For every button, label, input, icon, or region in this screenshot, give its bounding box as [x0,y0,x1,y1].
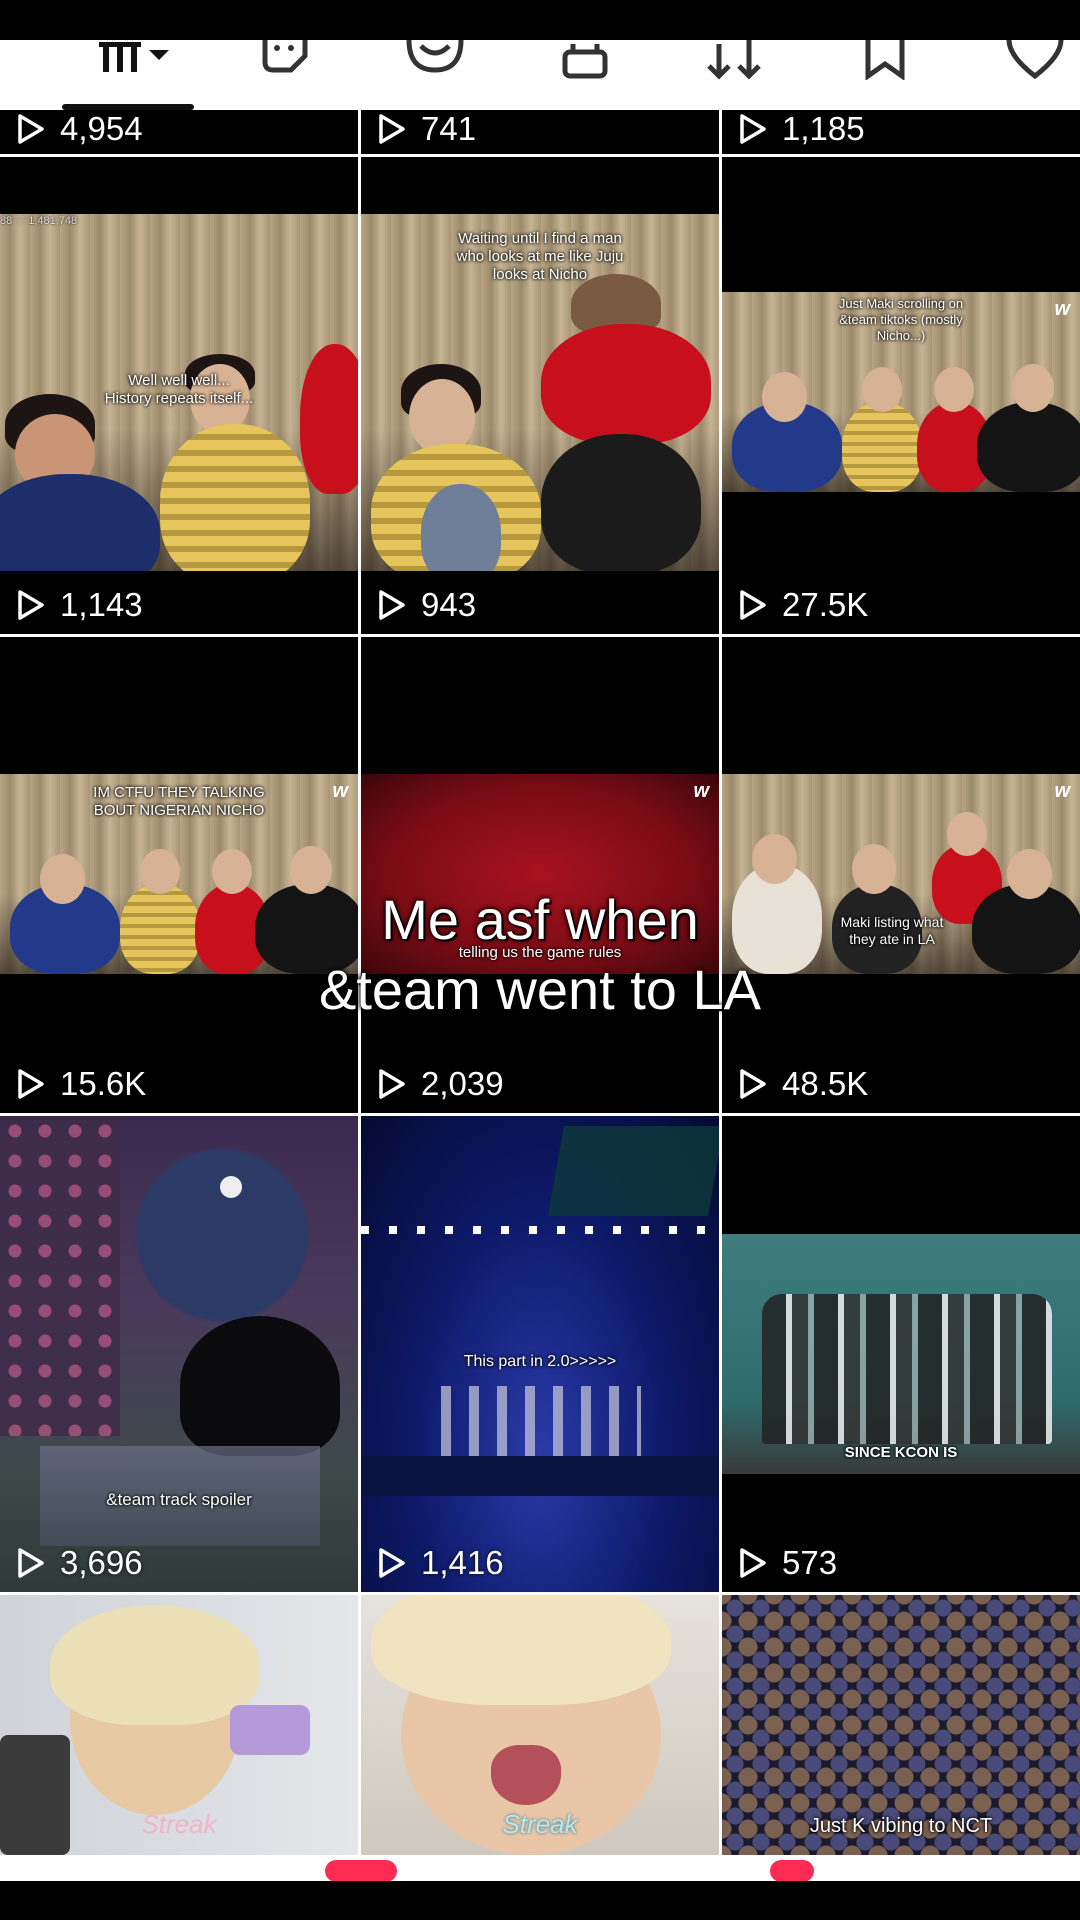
video-tile[interactable]: w telling us the game rules 2,039 [361,637,719,1113]
video-tile[interactable]: w Maki listing what they ate in LA 48.5K [722,637,1080,1113]
view-count-label: 1,143 [60,586,143,623]
video-thumbnail: Streak [0,1595,358,1855]
play-icon [379,1548,405,1578]
video-tile[interactable]: &team track spoiler 3,696 [0,1116,358,1592]
video-tile[interactable]: Streak [361,1595,719,1855]
video-thumbnail: &team track spoiler [0,1116,358,1592]
view-count: 48.5K [738,1065,868,1103]
repost-icon [707,40,761,80]
tab-videos[interactable] [70,40,190,110]
tab-stickers[interactable] [250,40,320,110]
smile-icon [406,40,464,73]
play-icon [740,114,766,144]
video-caption: Streak [502,1809,578,1839]
view-count-label: 1,416 [421,1544,504,1581]
view-count: 741 [377,110,476,148]
view-count: 1,185 [738,110,865,148]
notification-badge [770,1860,814,1882]
view-count-label: 3,696 [60,1544,143,1581]
view-count-label: 943 [421,586,477,623]
play-icon [18,590,44,620]
view-count-label: 1,185 [782,110,865,147]
video-tile[interactable]: This part in 2.0>>>>> 1,416 [361,1116,719,1592]
view-count-label: 48.5K [782,1065,869,1102]
video-tile[interactable]: Streak [0,1595,358,1855]
video-tile[interactable]: 88 ♡ 1,481,748 Well well well... History … [0,157,358,634]
heart-icon [1006,40,1064,80]
play-icon [379,1069,405,1099]
play-icon [740,590,766,620]
video-tile[interactable]: 1,185 [722,110,1080,154]
tab-private[interactable] [550,40,620,110]
video-tile[interactable]: w IM CTFU THEY TALKING BOUT NIGERIAN NICH… [0,637,358,1113]
view-count-label: 4,954 [60,110,143,147]
video-caption: Just Maki scrolling on &team tiktoks (mos… [838,296,964,343]
view-count: 573 [738,1544,837,1582]
tab-favorites[interactable] [850,40,920,110]
weverse-logo: w [693,780,709,802]
bottom-navigation [0,1855,1080,1881]
video-caption: Waiting until I find a man who looks at m… [456,230,624,283]
video-tile[interactable]: SINCE KCON IS 573 [722,1116,1080,1592]
repost-sticker-icon [262,40,308,73]
play-icon [18,1548,44,1578]
video-caption: SINCE KCON IS [844,1444,958,1461]
video-thumbnail: Streak [361,1595,719,1855]
view-count: 3,696 [16,1544,143,1582]
view-count-label: 573 [782,1544,838,1581]
video-tile[interactable]: Just K vibing to NCT [722,1595,1080,1855]
thumbnail-stats: 88 ♡ 1,481,748 [0,215,78,227]
video-tile[interactable]: 741 [361,110,719,154]
view-count: 943 [377,586,476,624]
weverse-logo: w [1054,780,1070,802]
video-thumbnail: Waiting until I find a man who looks at m… [361,214,719,571]
tab-reposts[interactable] [700,40,770,110]
lock-icon [562,44,608,79]
video-tile[interactable]: 4,954 [0,110,358,154]
video-tile[interactable]: w Just Maki scrolling on &team tiktoks (m… [722,157,1080,634]
bookmark-icon [865,40,905,80]
view-count: 1,416 [377,1544,504,1582]
status-bar [0,0,1080,40]
view-count-label: 2,039 [421,1065,504,1102]
play-icon [379,590,405,620]
view-count: 1,143 [16,586,143,624]
view-count: 4,954 [16,110,143,148]
video-tile[interactable]: Waiting until I find a man who looks at m… [361,157,719,634]
video-thumbnail: 88 ♡ 1,481,748 Well well well... History … [0,214,358,571]
play-icon [740,1069,766,1099]
videos-grid-icon [99,42,169,72]
profile-tab-bar [0,40,1080,110]
tab-mentions[interactable] [400,40,470,110]
video-caption: &team track spoiler [106,1490,252,1509]
video-overlay-caption: Me asf when &team went to LA [0,885,1080,1025]
view-count: 15.6K [16,1065,146,1103]
tab-liked[interactable] [1000,40,1070,110]
video-thumbnail: SINCE KCON IS [722,1234,1080,1474]
video-thumbnail: Just K vibing to NCT [722,1595,1080,1855]
play-icon [18,114,44,144]
play-icon [18,1069,44,1099]
video-thumbnail: w Just Maki scrolling on &team tiktoks (m… [722,292,1080,492]
view-count-label: 27.5K [782,586,869,623]
overlay-line-2: &team went to LA [318,958,761,1021]
play-icon [740,1548,766,1578]
video-caption: IM CTFU THEY TALKING BOUT NIGERIAN NICHO [93,784,265,819]
view-count-label: 15.6K [60,1065,147,1102]
video-thumbnail: This part in 2.0>>>>> [361,1116,719,1592]
video-caption: Just K vibing to NCT [809,1815,993,1837]
play-icon [379,114,405,144]
video-caption: Streak [141,1809,217,1839]
overlay-line-1: Me asf when [381,888,699,951]
video-caption: Well well well... History repeats itself.… [104,372,254,407]
system-nav-bar [0,1881,1080,1920]
view-count: 27.5K [738,586,868,624]
video-caption: This part in 2.0>>>>> [463,1353,617,1370]
view-count: 2,039 [377,1065,504,1103]
view-count-label: 741 [421,110,477,147]
inbox-badge [325,1860,397,1882]
